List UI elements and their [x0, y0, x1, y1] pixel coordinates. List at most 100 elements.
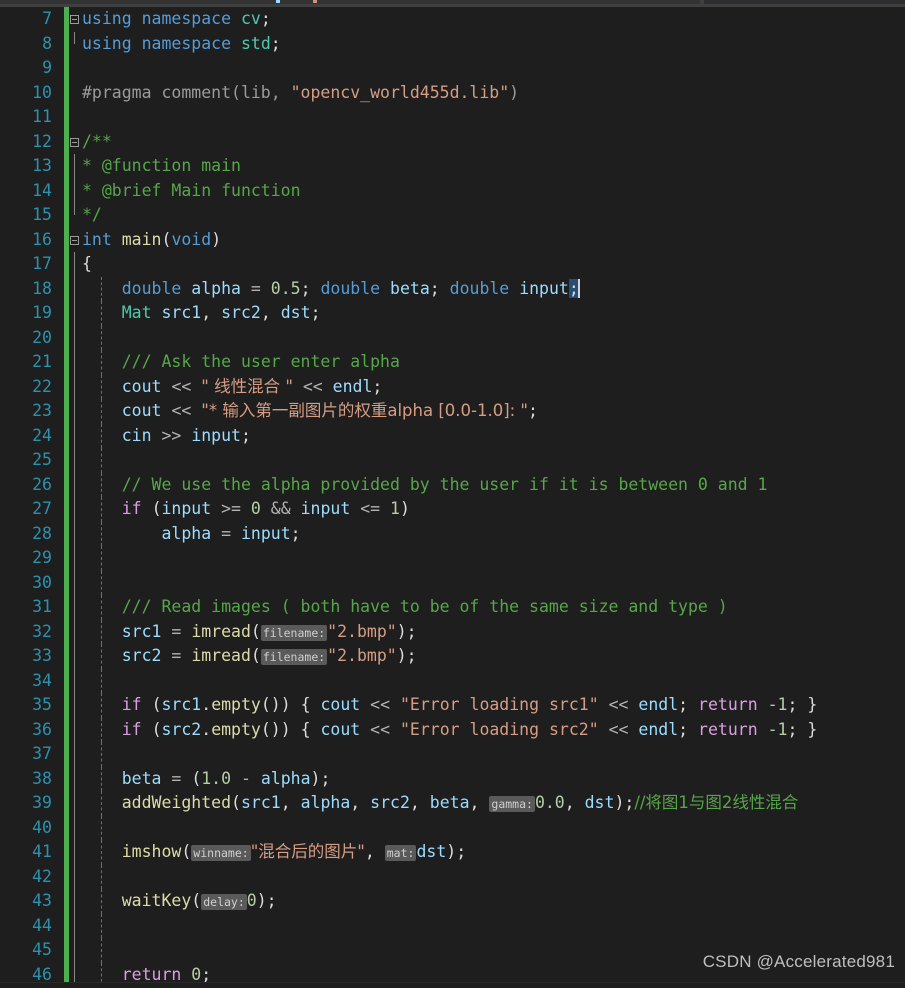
- token-punct: ;: [372, 376, 383, 396]
- token-punct: (: [250, 621, 261, 641]
- code-line[interactable]: 34: [0, 668, 905, 693]
- inline-parameter-hint[interactable]: gamma:: [489, 796, 535, 812]
- code-line[interactable]: 22 cout << " 线性混合 " << endl;: [0, 374, 905, 399]
- token-namespace: cv: [240, 9, 261, 28]
- code-line[interactable]: 11: [0, 105, 905, 130]
- inline-parameter-hint[interactable]: filename:: [260, 624, 328, 641]
- token-operator: <<: [171, 401, 192, 420]
- line-number: 45: [32, 940, 52, 959]
- token-variable: cout: [121, 401, 162, 420]
- fold-collapse-icon[interactable]: [70, 137, 79, 147]
- change-bar: [64, 521, 69, 546]
- line-number: 37: [32, 744, 52, 763]
- fold-guide: [74, 154, 75, 179]
- line-content: /**: [82, 130, 112, 155]
- change-bar: [64, 423, 69, 448]
- indent-guide: [101, 913, 102, 938]
- code-line[interactable]: 27 if (input >= 0 && input <= 1): [0, 497, 905, 522]
- code-line[interactable]: 10 #pragma comment(lib, "opencv_world455…: [0, 80, 905, 105]
- inline-parameter-hint[interactable]: mat:: [384, 845, 417, 861]
- token-preprocessor: #pragma comment(lib,: [82, 82, 291, 102]
- change-bar: [64, 154, 69, 179]
- token-string: "2.bmp": [327, 646, 397, 665]
- line-number: 18: [32, 278, 52, 298]
- indent-guide: [101, 864, 102, 889]
- token-number: -1: [767, 719, 788, 739]
- line-content: if (input >= 0 && input <= 1): [82, 497, 410, 522]
- line-number: 31: [32, 597, 52, 616]
- code-line[interactable]: 12 /**: [0, 129, 905, 155]
- code-editor[interactable]: 7 using namespace cv; 8 using namespace …: [0, 7, 905, 988]
- fold-guide: [74, 864, 75, 889]
- code-line[interactable]: 13 * @function main: [0, 154, 905, 179]
- code-line[interactable]: 19 Mat src1, src2, dst;: [0, 301, 905, 326]
- token-operator: <=: [360, 499, 381, 518]
- code-line[interactable]: 44: [0, 913, 905, 938]
- code-line[interactable]: 37: [0, 742, 905, 767]
- fold-collapse-icon[interactable]: [70, 235, 79, 245]
- line-number: 25: [32, 450, 52, 469]
- token-punct: ): [446, 842, 457, 861]
- token-punct: (: [151, 499, 162, 518]
- code-line[interactable]: 7 using namespace cv;: [0, 7, 905, 32]
- code-line[interactable]: 20: [0, 325, 905, 350]
- fold-collapse-icon[interactable]: [70, 15, 79, 24]
- code-line[interactable]: 31 /// Read images ( both have to be of …: [0, 595, 905, 620]
- line-content: {: [82, 252, 92, 277]
- line-number: 43: [32, 891, 52, 910]
- inline-parameter-hint[interactable]: filename:: [260, 649, 328, 665]
- code-line[interactable]: 15 */: [0, 203, 905, 228]
- code-line[interactable]: 32 src1 = imread(filename: "2.bmp");: [0, 619, 905, 644]
- line-content: using namespace cv;: [82, 7, 271, 32]
- fold-guide: [74, 521, 75, 546]
- code-line[interactable]: 21 /// Ask the user enter alpha: [0, 350, 905, 375]
- code-line[interactable]: 33 src2 = imread(filename: "2.bmp");: [0, 644, 905, 669]
- token-operator: <<: [370, 719, 391, 739]
- code-line[interactable]: 26 // We use the alpha provided by the u…: [0, 472, 905, 497]
- fold-guide: [74, 717, 75, 742]
- change-bar: [64, 742, 69, 767]
- editor-tab-strip[interactable]: [0, 0, 905, 7]
- token-punct: ;: [201, 964, 212, 984]
- code-line[interactable]: 43 waitKey(delay: 0);: [0, 889, 905, 914]
- code-line[interactable]: 42: [0, 864, 905, 889]
- token-comment: //将图1与图2线性混合: [634, 793, 799, 812]
- code-line[interactable]: 17 {: [0, 252, 905, 277]
- code-line[interactable]: 29: [0, 546, 905, 571]
- code-line[interactable]: 38 beta = (1.0 - alpha);: [0, 766, 905, 791]
- line-number: 34: [32, 670, 52, 690]
- inline-parameter-hint[interactable]: winname:: [191, 845, 251, 861]
- token-comment: * @function main: [82, 156, 241, 175]
- code-line[interactable]: 24 cin >> input;: [0, 423, 905, 448]
- code-line[interactable]: 18 double alpha = 0.5; double beta; doub…: [0, 276, 905, 301]
- code-line[interactable]: 28 alpha = input;: [0, 521, 905, 546]
- change-bar: [64, 693, 69, 718]
- code-line[interactable]: 25: [0, 448, 905, 473]
- inline-parameter-hint[interactable]: delay:: [201, 894, 247, 910]
- change-bar: [64, 766, 69, 791]
- code-line[interactable]: 39 addWeighted(src1, alpha, src2, beta, …: [0, 791, 905, 816]
- token-punct: ,: [364, 842, 385, 861]
- change-bar: [64, 56, 69, 81]
- token-variable: cout: [320, 695, 361, 714]
- code-line[interactable]: 41 imshow(winname: "混合后的图片", mat: dst);: [0, 840, 905, 865]
- fold-guide: [74, 595, 75, 620]
- token-variable: src2: [370, 793, 410, 812]
- code-line[interactable]: 30: [0, 570, 905, 595]
- code-line[interactable]: 36 if (src2.empty()) { cout << "Error lo…: [0, 717, 905, 742]
- code-line[interactable]: 23 cout << "* 输入第一副图片的权重alpha [0.0-1.0]:…: [0, 399, 905, 424]
- line-content: waitKey(delay: 0);: [82, 889, 277, 915]
- change-bar: [64, 227, 69, 252]
- code-line[interactable]: 16 int main(void): [0, 227, 905, 252]
- code-line[interactable]: 8 using namespace std;: [0, 31, 905, 56]
- line-content: addWeighted(src1, alpha, src2, beta, gam…: [82, 791, 798, 817]
- code-line[interactable]: 14 * @brief Main function: [0, 178, 905, 203]
- line-number: 35: [32, 695, 52, 714]
- token-keyword-control: return: [698, 695, 758, 714]
- change-bar: [64, 252, 69, 277]
- code-line[interactable]: 35 if (src1.empty()) { cout << "Error lo…: [0, 693, 905, 718]
- tab-label-fragment-2: [313, 0, 317, 3]
- code-line[interactable]: 9: [0, 56, 905, 81]
- line-number: 12: [32, 131, 52, 151]
- code-line[interactable]: 40: [0, 815, 905, 840]
